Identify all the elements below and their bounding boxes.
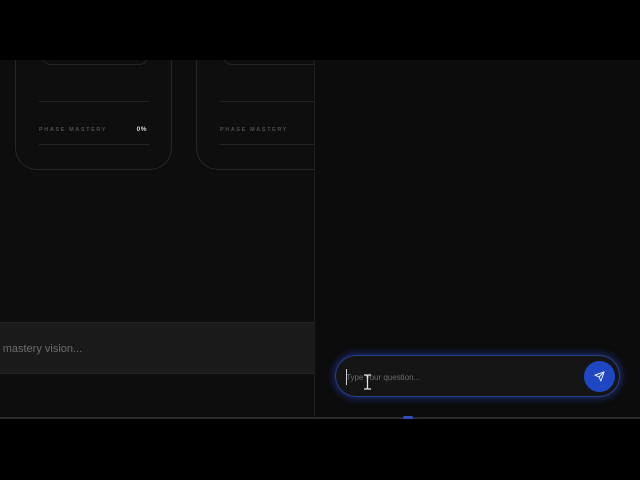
phase-card[interactable]: PHASE MASTERY 0%: [15, 60, 172, 170]
chat-input[interactable]: [346, 366, 582, 388]
phase-card[interactable]: PHASE MASTERY: [196, 60, 314, 170]
send-icon: [594, 371, 605, 382]
mastery-panel: PHASE MASTERY 0% PHASE MASTERY r mastery…: [0, 60, 315, 417]
bottom-divider: [0, 417, 640, 419]
card-divider: [220, 101, 314, 102]
chat-input-box[interactable]: [335, 355, 620, 397]
scroll-indicator: [403, 416, 413, 419]
phase-mastery-label: PHASE MASTERY: [39, 127, 107, 133]
app-viewport: PHASE MASTERY 0% PHASE MASTERY r mastery…: [0, 60, 640, 417]
card-divider: [220, 144, 314, 145]
send-button[interactable]: [584, 361, 615, 392]
card-divider: [39, 101, 149, 102]
card-divider: [39, 144, 149, 145]
card-pill: [222, 60, 314, 65]
text-caret: [346, 369, 347, 385]
phase-mastery-label: PHASE MASTERY: [220, 127, 288, 133]
card-pill: [41, 60, 149, 65]
mastery-vision-text: r mastery vision...: [0, 343, 83, 355]
phase-mastery-value: 0%: [136, 126, 147, 133]
mastery-vision-input[interactable]: r mastery vision...: [0, 322, 314, 374]
